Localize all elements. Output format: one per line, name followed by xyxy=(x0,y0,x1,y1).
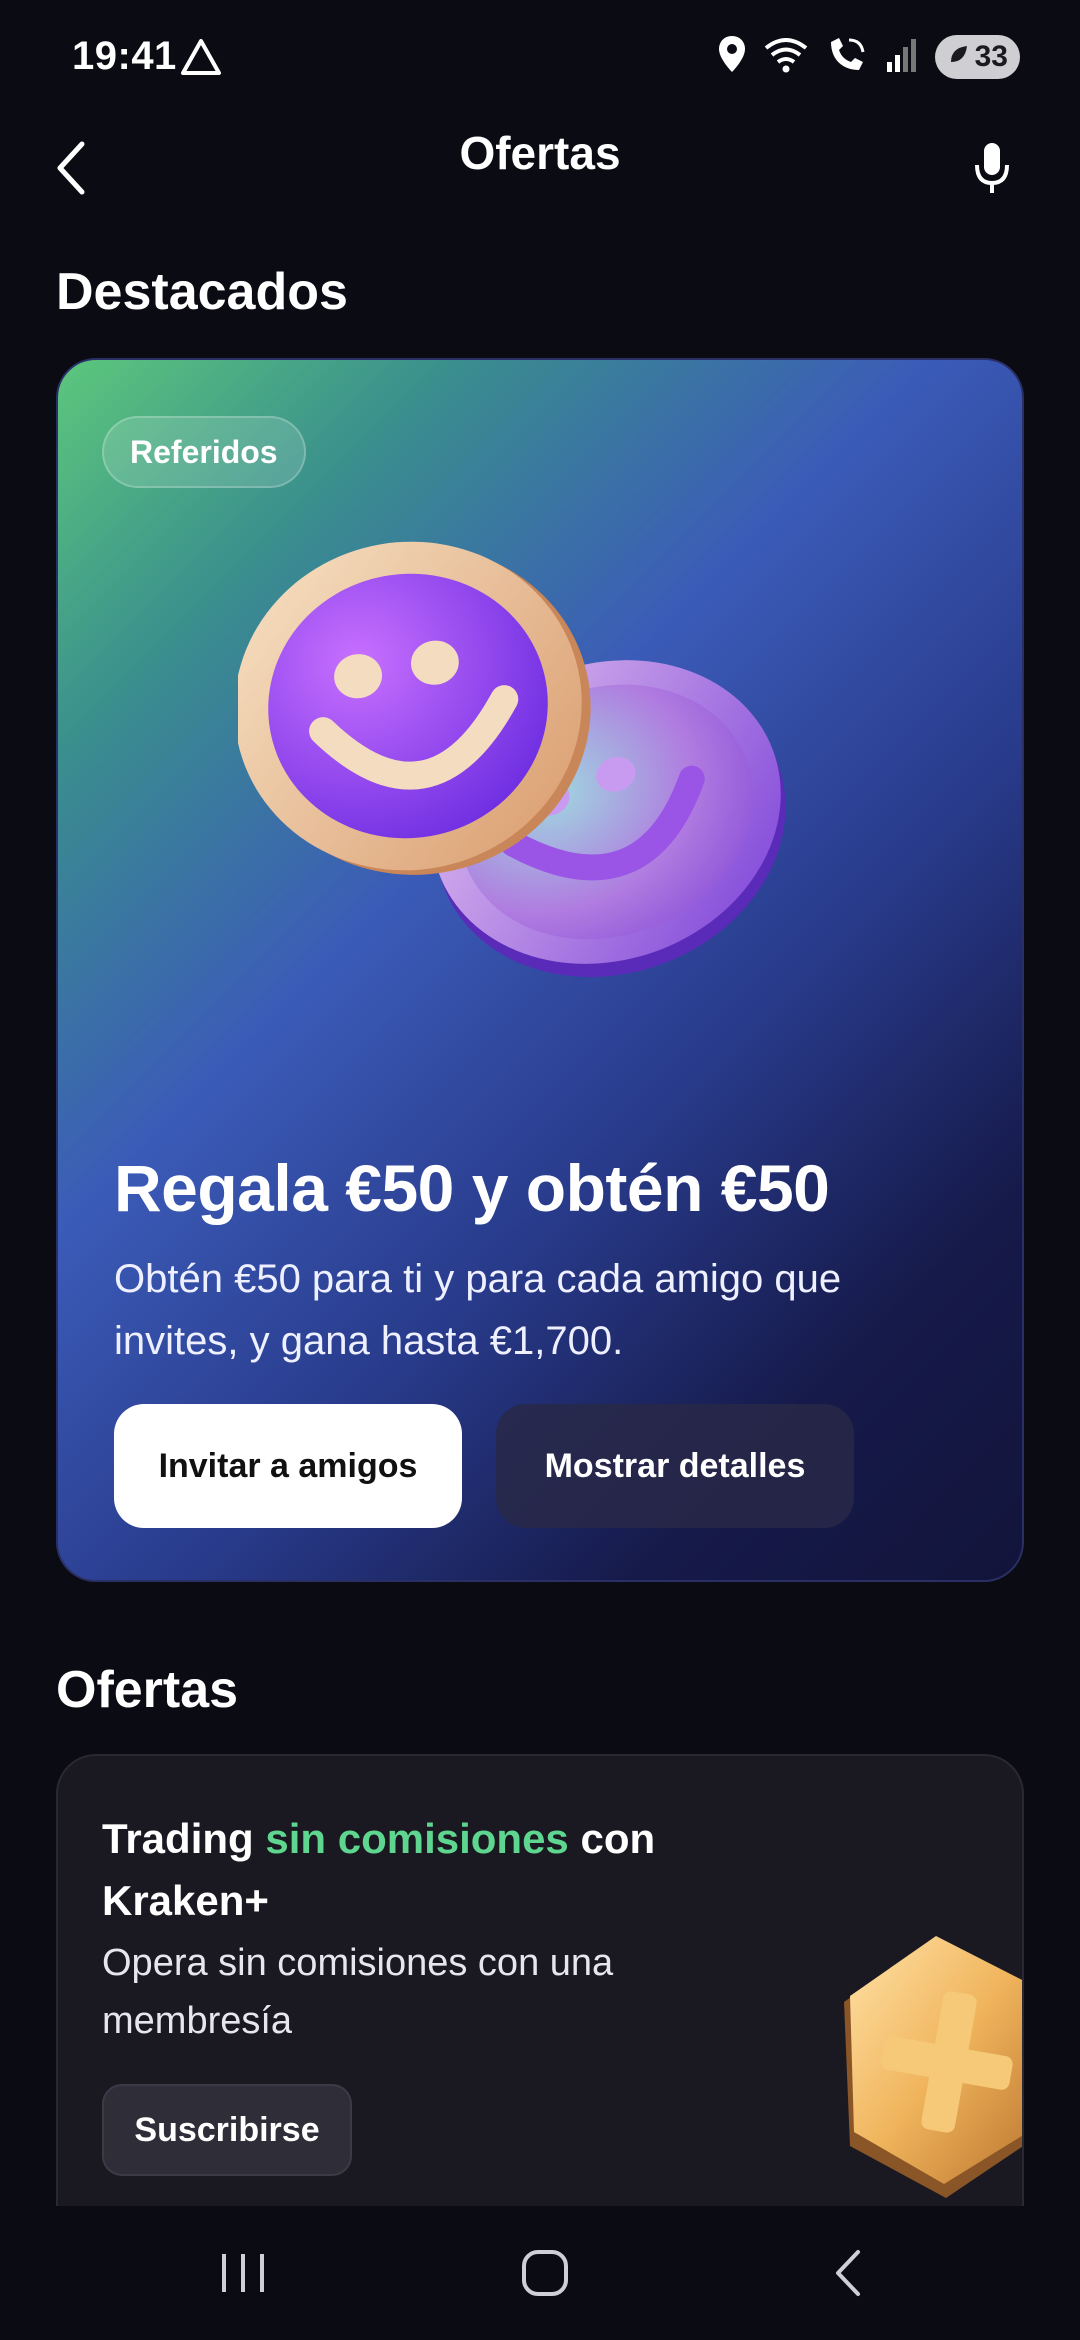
offer-description: Opera sin comisiones con una membresía xyxy=(102,1942,614,2042)
recents-icon xyxy=(222,2254,264,2292)
app-header: Ofertas xyxy=(0,118,1080,228)
page-title: Ofertas xyxy=(459,127,621,179)
battery-level: 33 xyxy=(974,39,1008,73)
referral-description: Obtén €50 para ti y para cada amigo que … xyxy=(114,1257,842,1363)
kraken-plus-badge-icon xyxy=(844,1936,1022,2198)
battery-indicator: 33 xyxy=(934,34,1020,79)
signal-icon xyxy=(885,36,919,77)
offers-section-title: Ofertas xyxy=(56,1661,239,1719)
status-bar: 19:41 33 xyxy=(0,0,1080,118)
referral-chip: Referidos xyxy=(102,416,306,488)
wifi-icon xyxy=(763,34,809,79)
home-button[interactable] xyxy=(485,2228,605,2318)
referral-card[interactable]: Referidos Regala €50 y obtén €50 Obtén €… xyxy=(56,358,1024,1582)
back-icon xyxy=(836,2250,860,2296)
microphone-icon xyxy=(975,143,1009,193)
offer-title-part1: Trading xyxy=(102,1815,266,1862)
wifi-call-icon xyxy=(825,34,869,79)
system-nav-bar xyxy=(0,2206,1080,2340)
status-time: 19:41 xyxy=(72,34,177,78)
location-icon xyxy=(717,34,747,79)
invite-friends-button[interactable]: Invitar a amigos xyxy=(114,1404,462,1528)
referral-headline: Regala €50 y obtén €50 xyxy=(114,1151,830,1225)
status-icons: 33 xyxy=(717,34,1020,79)
kraken-plus-offer-card[interactable]: Trading sin comisiones con Kraken+ Opera… xyxy=(56,1754,1024,2214)
smiley-coins-illustration xyxy=(238,541,786,977)
featured-section-title: Destacados xyxy=(56,263,348,321)
subscribe-button[interactable]: Suscribirse xyxy=(102,2084,352,2176)
home-icon xyxy=(522,2250,568,2296)
alert-triangle-icon xyxy=(180,38,222,81)
recents-button[interactable] xyxy=(183,2228,303,2318)
system-back-button[interactable] xyxy=(788,2228,908,2318)
battery-saver-icon xyxy=(947,40,971,74)
offers-screen: 19:41 33 Ofertas Destacados Referidos Re… xyxy=(0,0,1080,2340)
offer-title: Trading sin comisiones con Kraken+ xyxy=(102,1808,722,1932)
voice-search-button[interactable] xyxy=(952,118,1032,218)
show-details-button[interactable]: Mostrar detalles xyxy=(496,1404,854,1528)
offer-title-accent: sin comisiones xyxy=(265,1815,569,1862)
